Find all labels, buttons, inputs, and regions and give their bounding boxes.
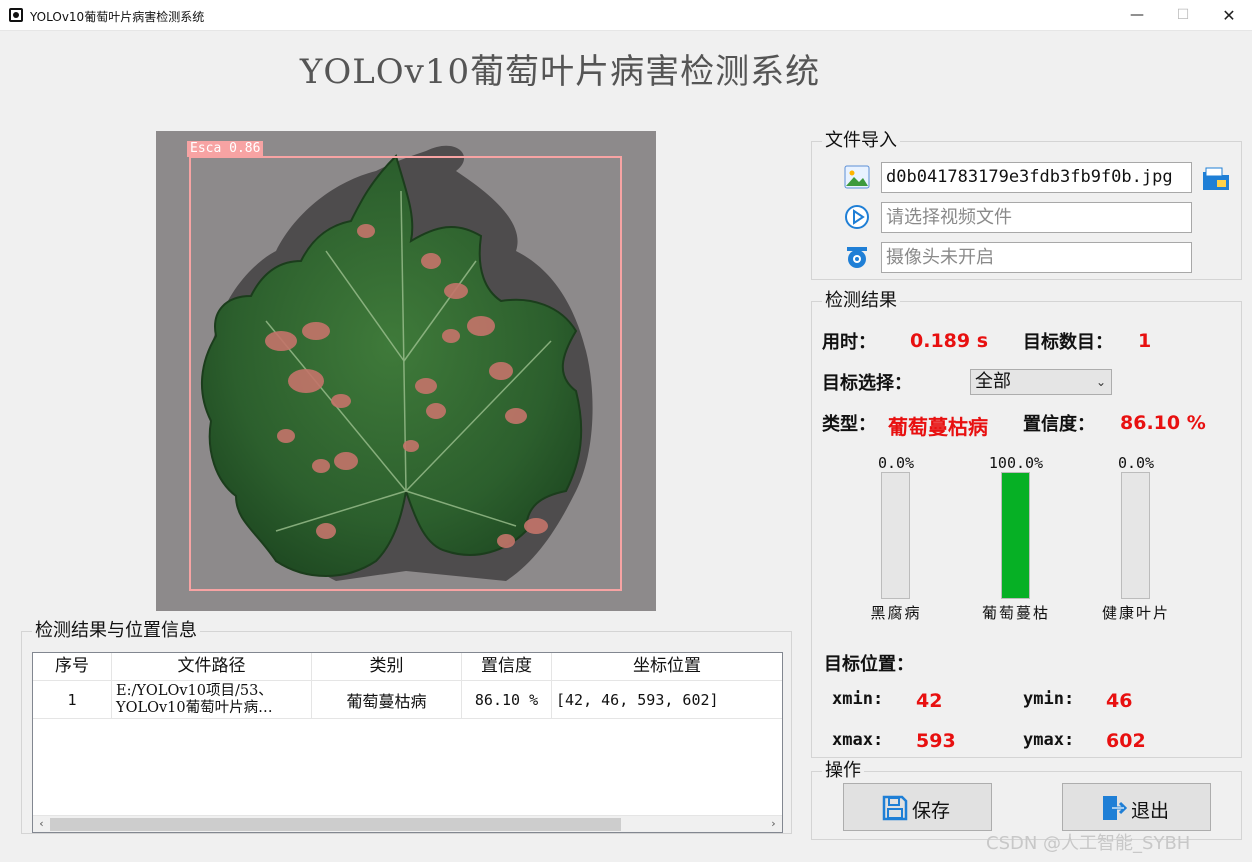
save-label: 保存 [912, 800, 951, 822]
ymin-label: ymin: [1023, 689, 1075, 709]
cell-path: E:/YOLOv10项目/53、 YOLOv10葡萄叶片病… [112, 681, 312, 718]
count-label: 目标数目： [1023, 332, 1113, 353]
bar-percent-0: 0.0% [877, 454, 915, 472]
cell-coords: [42, 46, 593, 602] [556, 690, 719, 709]
detection-result-title: 检测结果 [822, 290, 900, 312]
watermark: CSDN @人工智能_SYBH [986, 833, 1191, 854]
scroll-right-icon[interactable]: › [765, 816, 782, 832]
save-icon [882, 795, 908, 821]
time-value: 0.189 s [910, 330, 989, 352]
bar-fill-1 [1002, 473, 1029, 598]
confidence-value: 86.10 % [1120, 412, 1206, 434]
ymax-label: ymax: [1023, 730, 1075, 750]
bar-track-0 [881, 472, 910, 599]
col-header-index[interactable]: 序号 [33, 653, 112, 680]
exit-door-icon [1103, 796, 1128, 820]
xmin-label: xmin: [832, 689, 884, 709]
cell-index: 1 [33, 681, 112, 718]
table-row[interactable]: 1 E:/YOLOv10项目/53、 YOLOv10葡萄叶片病… 葡萄蔓枯病 8… [33, 681, 782, 719]
target-select[interactable]: 全部 ⌄ [970, 369, 1112, 395]
ymin-value: 46 [1106, 690, 1133, 712]
target-position-title: 目标位置： [824, 654, 914, 675]
detection-image: Esca 0.86 [156, 131, 656, 611]
file-import-group: 文件导入 d0b041783179e3fdb3fb9f0b.jpg 请选择视频文… [811, 130, 1242, 280]
target-select-value: 全部 [975, 371, 1011, 392]
window-title: YOLOv10葡萄叶片病害检测系统 [30, 10, 205, 24]
results-table-group: 检测结果与位置信息 序号 文件路径 类别 置信度 坐标位置 1 E:/YOLOv… [21, 620, 792, 834]
image-file-field[interactable]: d0b041783179e3fdb3fb9f0b.jpg [881, 162, 1192, 193]
bar-percent-2: 0.0% [1117, 454, 1155, 472]
col-header-confidence[interactable]: 置信度 [462, 653, 552, 680]
type-label: 类型： [822, 414, 876, 435]
bar-percent-1: 100.0% [988, 454, 1044, 472]
bar-label-2: 健康叶片 [1101, 604, 1170, 622]
confidence-label: 置信度： [1023, 414, 1095, 435]
cell-confidence: 86.10 % [462, 681, 552, 718]
bounding-box-label: Esca 0.86 [187, 141, 264, 157]
save-button[interactable]: 保存 [843, 783, 992, 831]
image-icon [844, 165, 870, 189]
title-bar: YOLOv10葡萄叶片病害检测系统 — ☐ ✕ [0, 0, 1252, 31]
operations-title: 操作 [822, 760, 864, 782]
results-table[interactable]: 序号 文件路径 类别 置信度 坐标位置 1 E:/YOLOv10项目/53、 Y… [32, 652, 783, 833]
xmax-value: 593 [916, 730, 956, 752]
bar-label-1: 葡萄蔓枯 [981, 604, 1050, 622]
camera-status-field[interactable]: 摄像头未开启 [881, 242, 1192, 273]
target-select-label: 目标选择： [822, 373, 912, 394]
cell-path-line2: YOLOv10葡萄叶片病… [116, 700, 273, 716]
col-header-class[interactable]: 类别 [312, 653, 462, 680]
bar-label-0: 黑腐病 [870, 604, 922, 622]
cell-path-line1: E:/YOLOv10项目/53、 [116, 683, 273, 699]
ymax-value: 602 [1106, 730, 1146, 752]
results-table-title: 检测结果与位置信息 [32, 620, 200, 642]
detection-result-group: 检测结果 用时： 0.189 s 目标数目： 1 目标选择： 全部 ⌄ 类型： … [811, 290, 1242, 758]
type-value: 葡萄蔓枯病 [888, 415, 988, 439]
close-button[interactable]: ✕ [1206, 0, 1252, 31]
col-header-path[interactable]: 文件路径 [112, 653, 312, 680]
cell-class: 葡萄蔓枯病 [312, 681, 462, 718]
folder-open-icon[interactable] [1202, 166, 1230, 192]
camera-icon [847, 247, 867, 268]
horizontal-scrollbar[interactable]: ‹ › [33, 815, 782, 832]
table-header: 序号 文件路径 类别 置信度 坐标位置 [33, 653, 782, 681]
video-file-field[interactable]: 请选择视频文件 [881, 202, 1192, 233]
bounding-box [189, 156, 622, 591]
file-import-title: 文件导入 [822, 130, 900, 152]
time-label: 用时： [822, 332, 876, 353]
page-title: YOLOv10葡萄叶片病害检测系统 [299, 52, 821, 92]
xmax-label: xmax: [832, 730, 884, 750]
video-play-icon [845, 205, 869, 229]
app-icon [9, 8, 23, 22]
exit-label: 退出 [1131, 800, 1170, 822]
col-header-coords[interactable]: 坐标位置 [552, 653, 782, 680]
xmin-value: 42 [916, 690, 943, 712]
exit-button[interactable]: 退出 [1062, 783, 1211, 831]
chevron-down-icon: ⌄ [1095, 375, 1106, 389]
minimize-button[interactable]: — [1114, 0, 1160, 31]
scroll-left-icon[interactable]: ‹ [33, 816, 50, 832]
bar-track-2 [1121, 472, 1150, 599]
maximize-button[interactable]: ☐ [1160, 0, 1206, 31]
bar-track-1 [1001, 472, 1030, 599]
count-value: 1 [1138, 330, 1152, 352]
scrollbar-thumb[interactable] [50, 818, 621, 831]
